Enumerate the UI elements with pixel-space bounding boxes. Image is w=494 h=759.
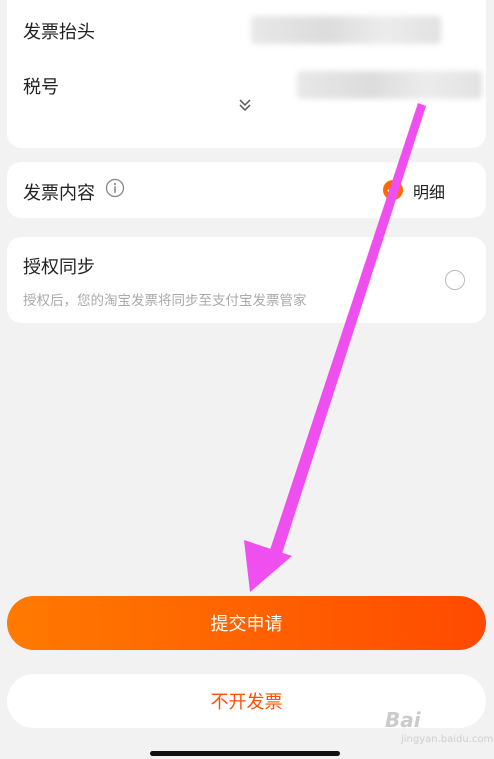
- detail-option-label[interactable]: 明细: [413, 179, 445, 203]
- tax-id-value[interactable]: [297, 71, 482, 99]
- invoice-content-label: 发票内容: [23, 183, 95, 204]
- auth-sync-radio[interactable]: [445, 270, 465, 290]
- watermark-brand: Bai: [385, 708, 421, 732]
- home-indicator[interactable]: [150, 751, 340, 756]
- info-circle-icon[interactable]: [105, 178, 125, 198]
- detail-option-radio[interactable]: [383, 180, 403, 200]
- invoice-title-label: 发票抬头: [23, 22, 95, 43]
- submit-application-button[interactable]: 提交申请: [7, 596, 486, 650]
- invoice-info-card: 发票抬头 税号: [7, 0, 486, 148]
- auth-sync-card: 授权同步 授权后，您的淘宝发票将同步至支付宝发票管家: [7, 237, 486, 323]
- watermark-logo: Bai jingyan.baidu.com: [375, 700, 493, 750]
- double-chevron-down-icon[interactable]: [237, 97, 253, 117]
- watermark-sub: jingyan.baidu.com: [401, 734, 494, 745]
- auth-sync-title: 授权同步: [23, 257, 95, 278]
- invoice-content-card: 发票内容 明细: [7, 162, 486, 218]
- auth-sync-description: 授权后，您的淘宝发票将同步至支付宝发票管家: [23, 293, 307, 309]
- tax-id-label: 税号: [23, 77, 59, 98]
- invoice-title-value[interactable]: [251, 16, 441, 44]
